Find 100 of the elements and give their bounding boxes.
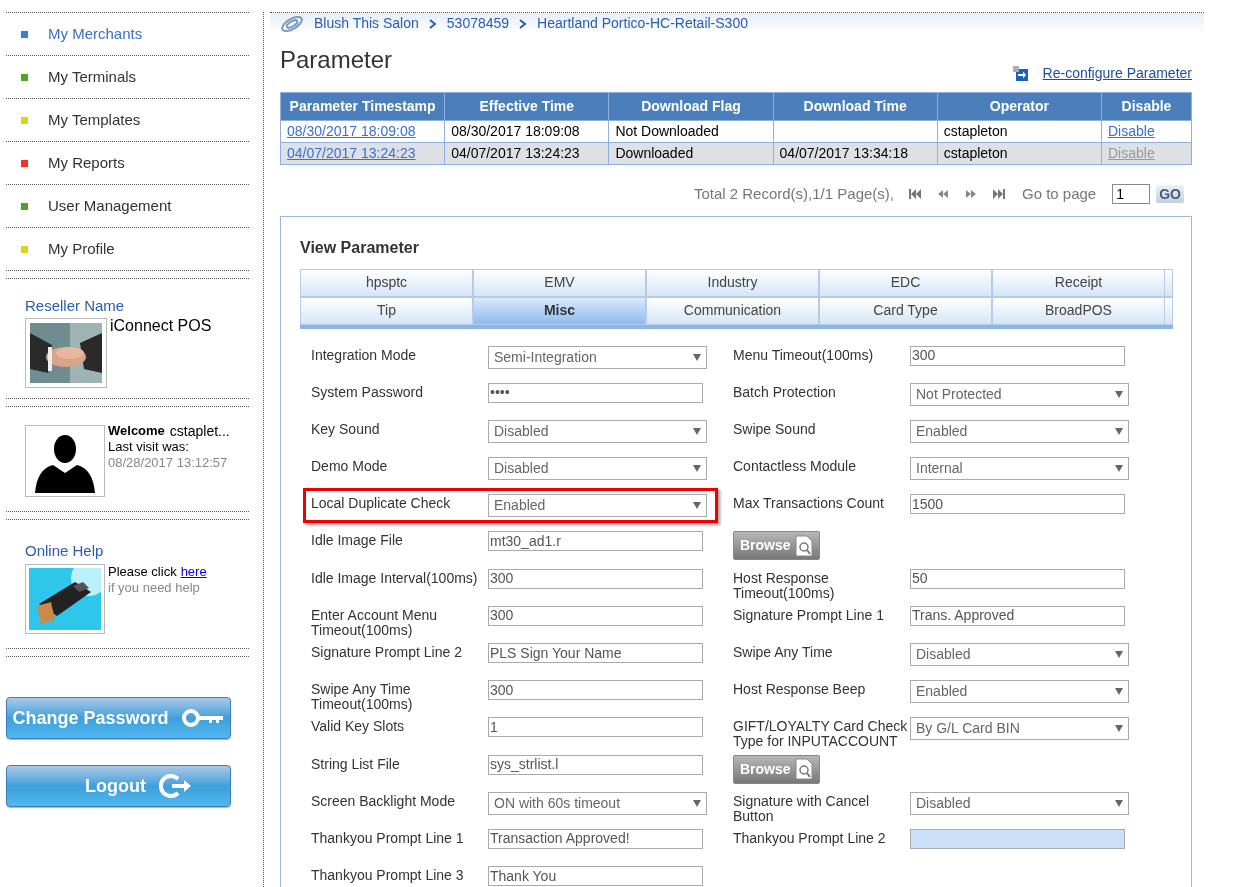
first-page-icon[interactable] xyxy=(908,189,922,200)
chevron-right-icon xyxy=(428,18,437,29)
dropdown-arrow-icon xyxy=(693,502,701,510)
tab[interactable]: Card Type xyxy=(819,296,992,325)
breadcrumb-link[interactable]: Blush This Salon xyxy=(314,13,419,34)
dropdown-arrow-icon xyxy=(1115,688,1123,696)
dropdown[interactable]: Enabled xyxy=(910,419,1129,443)
input-field[interactable]: Trans. Approved xyxy=(910,605,1125,626)
page-title: Parameter xyxy=(280,45,393,75)
input-field[interactable] xyxy=(910,828,1125,849)
tab[interactable]: Industry xyxy=(646,268,819,297)
input-field[interactable]: Thank You xyxy=(488,866,703,887)
dropdown-arrow-icon xyxy=(1115,651,1123,658)
record-summary: Total 2 Record(s),1/1 Page(s), xyxy=(693,184,894,204)
dropdown[interactable]: By G/L Card BIN xyxy=(910,717,1129,741)
field-label: Integration Mode xyxy=(311,345,418,363)
last-page-icon[interactable] xyxy=(992,189,1006,200)
dropdown-arrow-icon xyxy=(1115,427,1123,435)
field-label: Host Response Timeout(100ms) xyxy=(733,568,836,601)
document-search-icon xyxy=(794,758,813,781)
input-field[interactable]: 1500 xyxy=(910,494,1125,515)
dropdown-arrow-icon xyxy=(693,465,701,473)
dropdown[interactable]: ON with 60s timeout xyxy=(488,791,707,815)
dropdown[interactable]: Disabled xyxy=(488,419,707,443)
tab[interactable]: EMV xyxy=(473,268,646,297)
help-text: Please click xyxy=(108,563,177,580)
nav-item[interactable]: My Reports xyxy=(6,142,249,184)
field-label: Valid Key Slots xyxy=(311,717,406,735)
field-label: Signature Prompt Line 1 xyxy=(733,605,885,623)
nav-item[interactable]: My Profile xyxy=(6,228,249,270)
dropdown[interactable]: Not Protected xyxy=(910,382,1129,406)
logout-icon xyxy=(158,773,192,799)
column-header: Effective Time xyxy=(444,92,609,121)
tab[interactable]: Tip xyxy=(300,296,473,325)
breadcrumb-link[interactable]: 53078459 xyxy=(446,13,510,34)
help-link[interactable]: here xyxy=(180,563,207,580)
welcome-label: Welcome xyxy=(108,423,165,439)
breadcrumb-link[interactable]: Heartland Portico-HC-Retail-S300 xyxy=(537,13,748,34)
dropdown[interactable]: Semi-Integration xyxy=(488,345,707,369)
column-header: Parameter Timestamp xyxy=(280,92,445,121)
reconfigure-link[interactable]: Re-configure Parameter xyxy=(1042,63,1192,84)
nav-item[interactable]: My Merchants xyxy=(6,13,249,55)
field-label: System Password xyxy=(311,382,425,400)
tab[interactable]: Communication xyxy=(646,296,819,325)
dropdown[interactable]: Enabled xyxy=(488,494,707,518)
tab[interactable]: Misc xyxy=(473,296,646,325)
dropdown-arrow-icon xyxy=(693,353,701,361)
field-label: GIFT/LOYALTY Card Check Type for INPUTACCOUNT xyxy=(733,717,909,750)
table-cell: cstapleton xyxy=(943,123,1008,139)
input-field[interactable]: 300 xyxy=(488,568,703,589)
go-button[interactable]: GO xyxy=(1156,185,1184,204)
field-label: Demo Mode xyxy=(311,457,389,475)
tab[interactable]: Receipt xyxy=(992,268,1165,297)
last-visit-time: 08/28/2017 13:12:57 xyxy=(108,455,229,471)
dropdown-arrow-icon xyxy=(693,427,701,435)
tab[interactable]: EDC xyxy=(819,268,992,297)
input-field[interactable]: 300 xyxy=(488,605,703,626)
tab[interactable]: BroadPOS xyxy=(992,296,1165,325)
nav-item[interactable]: User Management xyxy=(6,185,249,227)
page-input[interactable]: 1 xyxy=(1112,184,1151,205)
input-field[interactable]: sys_strlist.l xyxy=(488,754,703,775)
input-field[interactable]: PLS Sign Your Name xyxy=(488,643,703,663)
input-field[interactable]: 300 xyxy=(488,680,703,701)
input-field[interactable]: •••• xyxy=(488,382,703,403)
section-title: Reseller Name xyxy=(25,296,126,316)
input-field[interactable]: 300 xyxy=(910,345,1125,366)
dropdown[interactable]: Disabled xyxy=(910,791,1129,815)
previous-page-icon[interactable] xyxy=(936,189,950,200)
field-label: Contactless Module xyxy=(733,457,857,475)
tab[interactable]: hpsptc xyxy=(300,268,473,297)
username: cstaplet... xyxy=(169,423,230,439)
dropdown[interactable]: Internal xyxy=(910,457,1129,481)
table-cell: Not Downloaded xyxy=(615,123,719,139)
column-header: Download Flag xyxy=(608,92,774,121)
table-cell: 08/30/2017 18:09:08 xyxy=(451,123,580,139)
field-label: Thankyou Prompt Line 1 xyxy=(311,828,465,846)
input-field[interactable]: mt30_ad1.r xyxy=(488,531,703,552)
dropdown-arrow-icon xyxy=(1115,725,1123,733)
field-label: Swipe Any Time xyxy=(733,643,834,660)
field-label: Key Sound xyxy=(311,419,381,437)
dropdown-arrow-icon xyxy=(1115,390,1123,398)
field-label: Signature Prompt Line 2 xyxy=(311,643,463,660)
nav-item[interactable]: My Templates xyxy=(6,99,249,141)
logo-icon xyxy=(280,15,304,32)
input-field[interactable]: 1 xyxy=(488,717,703,738)
input-field[interactable]: Transaction Approved! xyxy=(488,828,703,849)
section-title: View Parameter xyxy=(300,237,420,258)
next-page-icon[interactable] xyxy=(964,189,978,200)
field-label: Thankyou Prompt Line 2 xyxy=(733,828,887,846)
dropdown-arrow-icon xyxy=(693,799,701,807)
field-label: Thankyou Prompt Line 3 xyxy=(311,866,465,884)
dropdown[interactable]: Disabled xyxy=(910,643,1129,666)
dropdown[interactable]: Enabled xyxy=(910,680,1129,704)
dropdown[interactable]: Disabled xyxy=(488,457,707,481)
input-field[interactable]: 50 xyxy=(910,568,1125,589)
table-cell: 04/07/2017 13:34:18 xyxy=(779,145,909,161)
nav-item[interactable]: My Terminals xyxy=(6,56,249,98)
column-header: Download Time xyxy=(773,92,938,121)
chevron-right-icon xyxy=(519,18,528,29)
dropdown-arrow-icon xyxy=(1115,465,1123,473)
